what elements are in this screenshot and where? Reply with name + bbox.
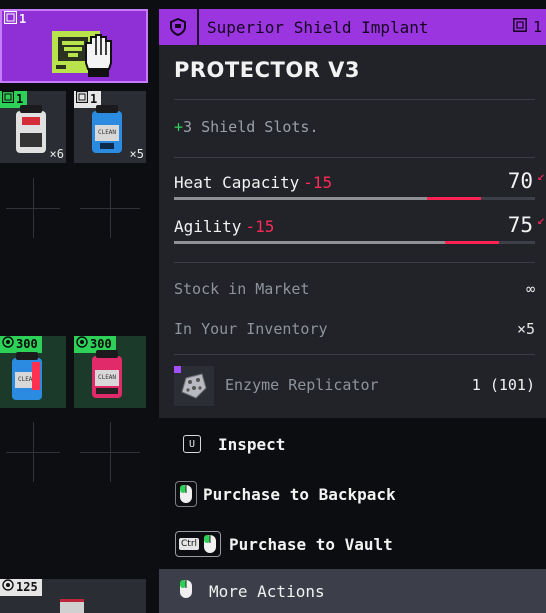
stat-value: 75	[507, 213, 533, 237]
inspect-action[interactable]: U Inspect	[159, 420, 546, 468]
slot-badge: 125	[0, 579, 42, 596]
canister-icon: CLEAN	[92, 350, 122, 398]
coin-icon	[76, 336, 88, 353]
arrow-down-icon: ↙	[537, 169, 545, 184]
inventory-value: ×5	[516, 320, 535, 338]
inspect-label: Inspect	[218, 434, 286, 454]
purchase-to-vault-action[interactable]: Ctrl Purchase to Vault	[159, 520, 546, 568]
ctrl-click-icon: Ctrl	[175, 531, 222, 557]
inventory-slot[interactable]: 300 CLEAN	[0, 336, 66, 408]
mouse-left-click-icon	[175, 481, 197, 507]
more-actions-label: More Actions	[209, 581, 325, 601]
key-u-icon: U	[183, 435, 201, 453]
blueprint-icon	[1, 91, 15, 108]
item-count: 1	[513, 18, 542, 36]
divider	[174, 157, 535, 158]
shield-icon	[159, 9, 199, 45]
hand-cursor-icon	[80, 33, 120, 79]
item-name: PROTECTOR V3	[174, 58, 361, 82]
stat-bar	[174, 197, 535, 200]
divider	[174, 99, 535, 100]
stock-value: ∞	[525, 280, 535, 298]
stock-in-market-row: Stock in Market ∞	[174, 280, 535, 298]
stat-delta: -15	[303, 173, 333, 192]
canister-icon	[16, 105, 46, 153]
stat-label: Heat Capacity	[174, 173, 300, 192]
stat-delta: -15	[245, 217, 275, 236]
coin-icon	[2, 336, 14, 353]
divider	[174, 354, 535, 355]
inventory-slot[interactable]: 1 CLEAN ×5	[74, 91, 146, 163]
purchase-to-vault-label: Purchase to Vault	[229, 534, 393, 554]
stat-bar-reduction	[445, 241, 499, 244]
slot-badge: 1	[2, 11, 30, 28]
inventory-slot[interactable]: 300 CLEAN	[74, 336, 146, 408]
canister-icon: CLEAN	[92, 105, 122, 153]
cost-material-name: Enzyme Replicator	[225, 376, 379, 394]
blueprint-icon	[513, 18, 527, 36]
stock-label: Stock in Market	[174, 280, 310, 298]
more-actions-action[interactable]: More Actions	[159, 569, 546, 613]
inventory-slot-empty[interactable]	[0, 172, 66, 244]
divider	[174, 262, 535, 263]
gift-box-icon	[60, 599, 84, 613]
slot-quantity: ×6	[49, 147, 64, 161]
slot-badge: 300	[0, 336, 42, 353]
stat-bar-base	[174, 197, 427, 200]
stat-bar-base	[174, 241, 445, 244]
blueprint-icon	[3, 11, 18, 29]
item-detail-panel: Superior Shield Implant 1 PROTECTOR V3 +…	[159, 0, 546, 613]
ctrl-key-icon: Ctrl	[179, 538, 200, 550]
item-category-title: Superior Shield Implant	[207, 17, 429, 37]
inventory-slot[interactable]: 1 ×6	[0, 91, 66, 163]
cost-amount: 1 (101)	[471, 376, 535, 394]
stat-value: 70	[507, 169, 533, 193]
item-header: Superior Shield Implant 1	[159, 9, 546, 45]
coin-icon	[2, 579, 14, 596]
canister-icon: CLEAN	[12, 352, 42, 400]
action-menu: U Inspect Purchase to Backpack Ctrl Purc…	[159, 418, 546, 613]
stat-label: Agility	[174, 217, 242, 236]
purchase-to-backpack-label: Purchase to Backpack	[203, 484, 396, 504]
inventory-label: In Your Inventory	[174, 320, 328, 338]
purchase-to-backpack-action[interactable]: Purchase to Backpack	[159, 470, 546, 518]
item-effect: +3 Shield Slots.	[174, 118, 319, 136]
inventory-grid: 1 1 ×6 1 CLEAN ×5 300 CLEAN 300 CLEAN 12…	[0, 0, 159, 613]
inventory-slot-empty[interactable]	[0, 416, 66, 488]
stat-bar	[174, 241, 535, 244]
inventory-slot-selected[interactable]: 1	[0, 9, 148, 83]
arrow-down-icon: ↙	[537, 213, 545, 228]
enzyme-replicator-icon	[174, 366, 214, 406]
inventory-slot[interactable]: 125	[0, 579, 146, 613]
blueprint-icon	[75, 91, 89, 108]
inventory-slot-empty[interactable]	[74, 416, 146, 488]
purchase-cost-row: Enzyme Replicator 1 (101)	[174, 366, 535, 406]
stat-bar-reduction	[427, 197, 481, 200]
mouse-right-click-icon	[179, 579, 193, 603]
slot-quantity: ×5	[129, 147, 144, 161]
in-inventory-row: In Your Inventory ×5	[174, 320, 535, 338]
inventory-slot-empty[interactable]	[74, 172, 146, 244]
